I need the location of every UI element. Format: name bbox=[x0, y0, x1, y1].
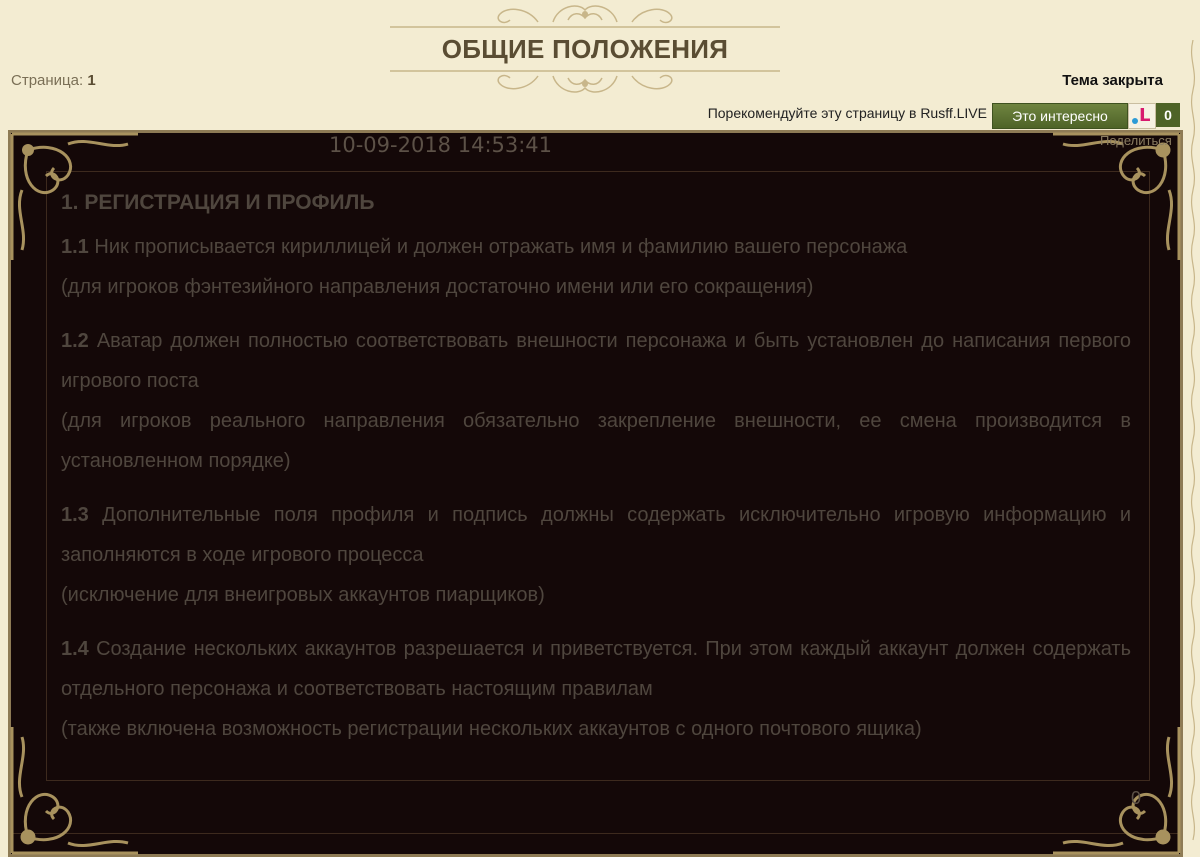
page-border-ornament bbox=[1190, 40, 1196, 841]
share-link[interactable]: Поделиться bbox=[1100, 133, 1172, 148]
rule-text: Создание нескольких аккаунтов разрешаетс… bbox=[61, 638, 1131, 700]
logo-letter: L bbox=[1139, 105, 1151, 126]
pagination-label: Страница: bbox=[11, 72, 84, 89]
recommend-text: Порекомендуйте эту страницу в Rusff.LIVE bbox=[707, 105, 987, 121]
page-header: ОБЩИЕ ПОЛОЖЕНИЯ Страница: 1 Тема закрыта… bbox=[0, 0, 1200, 129]
post-container: 10-09-2018 14:53:41 1. РЕГИСТРАЦИЯ И ПРО… bbox=[8, 130, 1183, 857]
post-date[interactable]: 10-09-2018 14:53:41 bbox=[329, 133, 552, 157]
rule-number: 1.2 bbox=[61, 330, 89, 352]
rule-item: 1.2 Аватар должен полностью соответствов… bbox=[61, 321, 1131, 481]
rule-item: 1.3 Дополнительные поля профиля и подпис… bbox=[61, 495, 1131, 615]
post-counter: 0 bbox=[1131, 788, 1142, 808]
post-content: 1. РЕГИСТРАЦИЯ И ПРОФИЛЬ 1.1 Ник прописы… bbox=[61, 185, 1131, 763]
section-heading: 1. РЕГИСТРАЦИЯ И ПРОФИЛЬ bbox=[61, 191, 375, 214]
rule-note: (также включена возможность регистрации … bbox=[61, 718, 922, 740]
rule-text: Дополнительные поля профиля и подпись до… bbox=[61, 504, 1132, 566]
rule-number: 1.4 bbox=[61, 638, 89, 660]
post-divider bbox=[11, 833, 1180, 834]
rule-item: 1.4 Создание нескольких аккаунтов разреш… bbox=[61, 629, 1131, 749]
rule-text: Аватар должен полностью соответствовать … bbox=[61, 330, 1132, 392]
like-count: 0 bbox=[1156, 103, 1180, 127]
topic-status: Тема закрыта bbox=[1062, 72, 1163, 89]
pagination-current[interactable]: 1 bbox=[87, 72, 95, 89]
rule-text: Ник прописывается кириллицей и должен от… bbox=[94, 236, 908, 258]
logo-dot bbox=[1132, 118, 1138, 124]
page-title: ОБЩИЕ ПОЛОЖЕНИЯ bbox=[441, 34, 729, 64]
rusff-logo-icon[interactable]: L bbox=[1128, 103, 1156, 129]
pagination: Страница: 1 bbox=[11, 72, 96, 89]
title-banner: ОБЩИЕ ПОЛОЖЕНИЯ bbox=[388, 0, 782, 100]
rule-note: (исключение для внеигровых аккаунтов пиа… bbox=[61, 584, 545, 606]
rule-number: 1.1 bbox=[61, 236, 89, 258]
like-button[interactable]: Это интересно bbox=[992, 103, 1128, 129]
rule-note: (для игроков реального направления обяза… bbox=[61, 410, 1131, 472]
rule-note: (для игроков фэнтезийного направления до… bbox=[61, 276, 814, 298]
rule-number: 1.3 bbox=[61, 504, 89, 526]
rule-item: 1.1 Ник прописывается кириллицей и долже… bbox=[61, 227, 1131, 307]
